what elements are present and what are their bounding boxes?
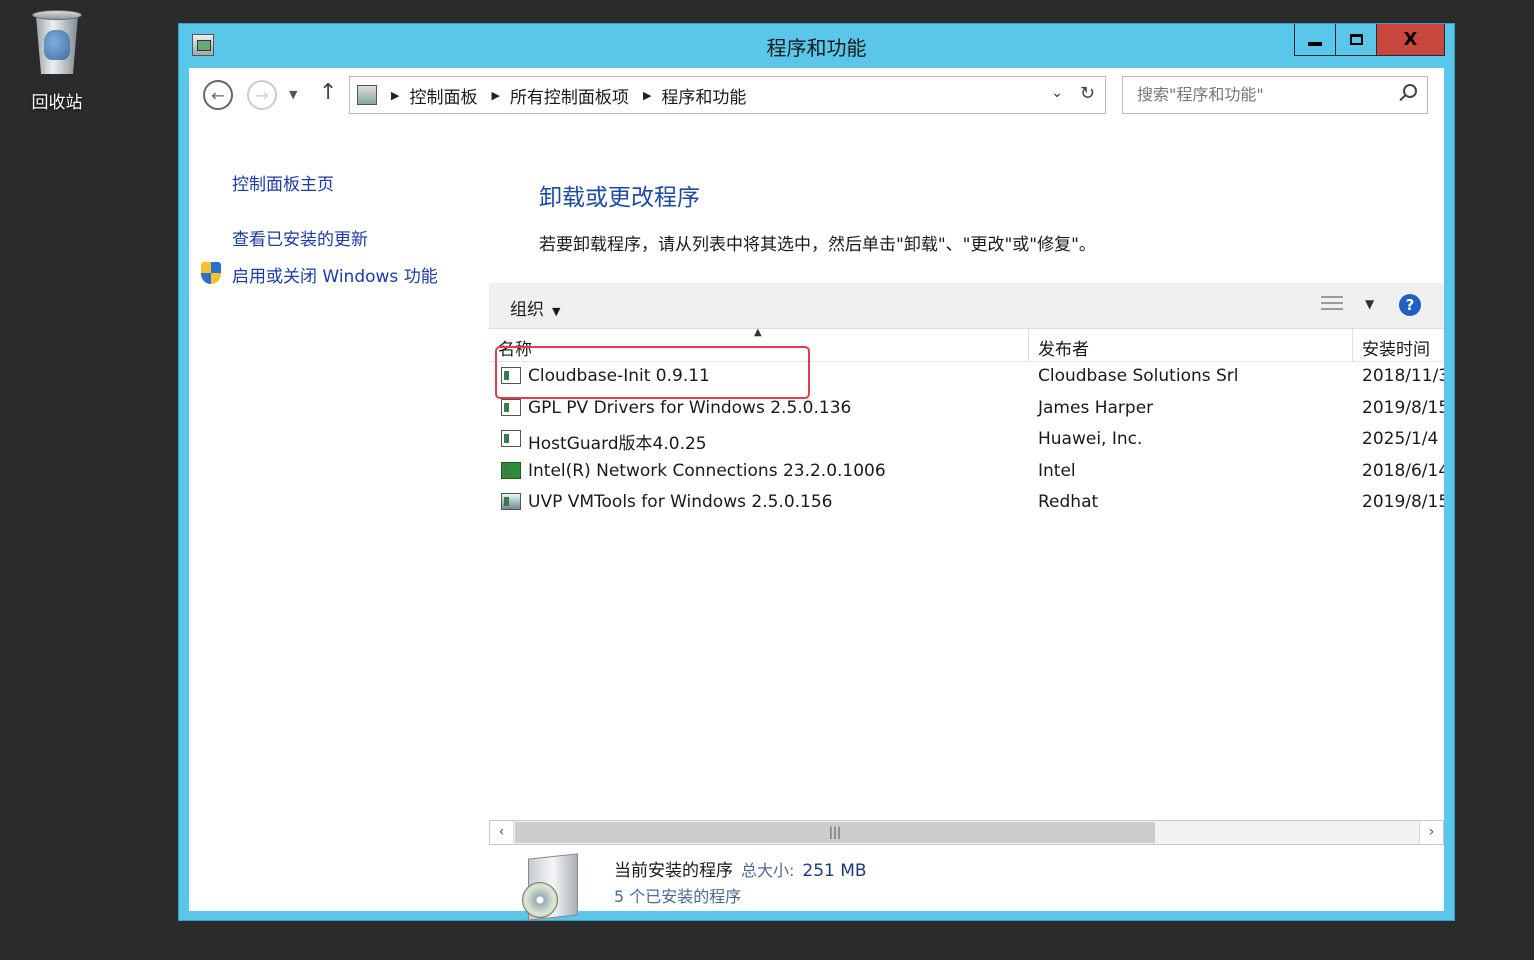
sort-ascending-icon: ▲ (754, 327, 762, 338)
details-pane: 当前安装的程序 总大小: 251 MB 5 个已安装的程序 (489, 846, 1444, 921)
shield-icon (201, 262, 221, 284)
address-bar[interactable]: ▶ 控制面板 ▶ 所有控制面板项 ▶ 程序和功能 ⌄ ↻ (349, 76, 1106, 114)
status-title: 当前安装的程序 (614, 861, 733, 881)
column-divider[interactable] (1352, 329, 1353, 362)
breadcrumb-separator-icon[interactable]: ▶ (491, 89, 499, 102)
breadcrumb-all-items[interactable]: 所有控制面板项 (510, 83, 629, 108)
maximize-icon (1349, 34, 1363, 45)
control-panel-icon (357, 85, 377, 105)
program-name: UVP VMTools for Windows 2.5.0.156 (528, 492, 833, 512)
minimize-icon (1308, 41, 1322, 46)
program-install-date: 2018/11/3 (1362, 366, 1444, 386)
sidebar-item-windows-features[interactable]: 启用或关闭 Windows 功能 (232, 262, 438, 287)
breadcrumb-programs[interactable]: 程序和功能 (661, 83, 746, 108)
maximize-button[interactable] (1336, 24, 1377, 55)
program-name: GPL PV Drivers for Windows 2.5.0.136 (528, 397, 852, 418)
list-item[interactable]: UVP VMTools for Windows 2.5.0.156 Redhat… (489, 488, 1444, 520)
forward-button[interactable]: → (247, 80, 277, 110)
program-install-date: 2019/8/15 (1362, 397, 1444, 418)
program-name: Intel(R) Network Connections 23.2.0.1006 (528, 460, 886, 481)
programs-window: 程序和功能 X ← → ▼ ↑ ▶ 控制面板 ▶ 所有控制面板项 ▶ 程序和功能… (178, 23, 1455, 921)
arrow-left-icon: ← (211, 85, 225, 105)
list-item[interactable]: HostGuard版本4.0.25 Huawei, Inc. 2025/1/4 (489, 425, 1444, 457)
search-box[interactable] (1122, 76, 1428, 114)
programs-cd-icon (522, 853, 584, 921)
organize-button[interactable]: 组织 ▼ (510, 295, 560, 320)
refresh-icon[interactable]: ↻ (1080, 83, 1095, 104)
chevron-down-icon[interactable]: ⌄ (1051, 85, 1063, 101)
breadcrumb-control-panel[interactable]: 控制面板 (409, 83, 477, 108)
page-description: 若要卸载程序，请从列表中将其选中，然后单击"卸载"、"更改"或"修复"。 (539, 235, 1096, 255)
program-icon (501, 430, 521, 447)
window-title: 程序和功能 (766, 36, 867, 60)
program-name: HostGuard版本4.0.25 (528, 434, 707, 454)
window-client: ← → ▼ ↑ ▶ 控制面板 ▶ 所有控制面板项 ▶ 程序和功能 ⌄ ↻ 控制面… (189, 68, 1444, 921)
back-button[interactable]: ← (203, 80, 233, 110)
program-publisher: Huawei, Inc. (1038, 429, 1143, 449)
view-details-icon[interactable] (1321, 296, 1343, 314)
close-button[interactable]: X (1377, 24, 1444, 55)
command-bar: 组织 ▼ ▼ ? (489, 283, 1444, 329)
page-title: 卸载或更改程序 (539, 185, 700, 211)
title-bar[interactable]: 程序和功能 X (179, 24, 1454, 68)
recycle-bin-label: 回收站 (31, 93, 83, 113)
scroll-left-icon[interactable]: ‹ (490, 821, 514, 844)
column-header-publisher[interactable]: 发布者 (1038, 335, 1089, 360)
minimize-button[interactable] (1295, 24, 1336, 55)
horizontal-scrollbar[interactable]: ‹ ||| › (489, 820, 1444, 845)
status-count: 5 个已安装的程序 (614, 887, 742, 906)
program-install-date: 2018/6/14 (1362, 460, 1444, 481)
scroll-right-icon[interactable]: › (1419, 821, 1443, 844)
column-divider[interactable] (1028, 329, 1029, 362)
sidebar-item-installed-updates[interactable]: 查看已安装的更新 (232, 225, 368, 250)
breadcrumb-separator-icon[interactable]: ▶ (643, 89, 651, 102)
view-options-dropdown[interactable]: ▼ (1365, 297, 1374, 311)
search-input[interactable] (1137, 77, 1377, 111)
program-publisher: Intel (1038, 460, 1076, 481)
status-size-label: 总大小: (741, 861, 795, 880)
program-install-date: 2025/1/4 (1362, 429, 1439, 449)
program-install-date: 2019/8/15 (1362, 492, 1444, 512)
up-button[interactable]: ↑ (319, 80, 337, 105)
recycle-bin-shortcut[interactable]: 回收站 (18, 8, 96, 113)
recycle-bin-icon (30, 8, 84, 76)
program-publisher: Cloudbase Solutions Srl (1038, 366, 1239, 386)
help-icon[interactable]: ? (1399, 294, 1421, 316)
recent-locations-dropdown[interactable]: ▼ (289, 88, 297, 101)
status-size-value: 251 MB (802, 861, 867, 881)
search-icon[interactable] (1403, 84, 1417, 98)
list-item[interactable]: Intel(R) Network Connections 23.2.0.1006… (489, 457, 1444, 489)
program-icon (501, 398, 521, 416)
column-header-installed-on[interactable]: 安装时间 (1362, 335, 1430, 360)
scrollbar-thumb[interactable]: ||| (515, 822, 1155, 843)
program-publisher: Redhat (1038, 492, 1099, 512)
network-card-icon (501, 461, 521, 479)
chevron-down-icon: ▼ (552, 305, 561, 318)
highlight-box (495, 346, 810, 399)
breadcrumb-separator-icon[interactable]: ▶ (391, 89, 399, 102)
program-publisher: James Harper (1038, 397, 1154, 418)
organize-label: 组织 (510, 300, 544, 320)
sidebar-item-control-panel-home[interactable]: 控制面板主页 (232, 170, 334, 195)
installer-icon (501, 493, 521, 510)
window-controls: X (1294, 24, 1445, 56)
arrow-right-icon: → (255, 85, 269, 105)
status-summary: 当前安装的程序 总大小: 251 MB (614, 856, 867, 881)
